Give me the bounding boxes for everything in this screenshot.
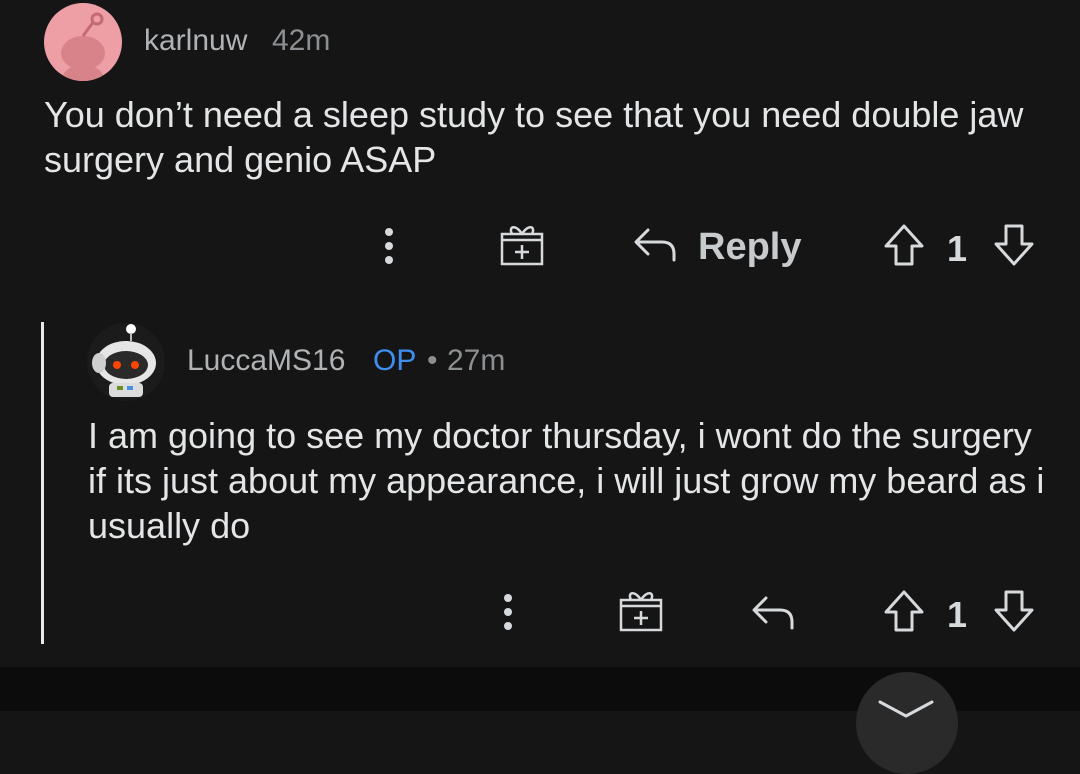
snoo-astronaut-avatar-icon xyxy=(92,324,156,397)
upvote-icon[interactable] xyxy=(882,222,926,268)
reply-button[interactable]: Reply xyxy=(698,226,801,269)
more-icon[interactable] xyxy=(493,590,523,634)
snoo-avatar-icon xyxy=(61,12,105,81)
separator-dot: • xyxy=(427,344,438,377)
reply-icon[interactable] xyxy=(632,224,678,264)
comment-username[interactable]: LuccaMS16 xyxy=(187,344,345,378)
collapse-button[interactable] xyxy=(856,672,958,774)
user-avatar-luccams16[interactable] xyxy=(87,323,165,401)
comment-timestamp: 42m xyxy=(272,24,331,57)
award-icon[interactable] xyxy=(498,222,546,268)
vote-count: 1 xyxy=(947,228,968,269)
upvote-icon[interactable] xyxy=(882,588,926,634)
more-icon[interactable] xyxy=(374,224,404,268)
comment-timestamp: 27m xyxy=(447,344,506,377)
award-icon[interactable] xyxy=(617,588,665,634)
downvote-icon[interactable] xyxy=(992,588,1036,634)
chevron-down-icon xyxy=(878,700,934,718)
comment-body: You don’t need a sleep study to see that… xyxy=(44,94,1024,180)
comment-body: I am going to see my doctor thursday, i … xyxy=(88,415,1045,546)
reply-icon[interactable] xyxy=(750,592,796,632)
downvote-icon[interactable] xyxy=(992,222,1036,268)
vote-count: 1 xyxy=(947,594,968,635)
comment-username[interactable]: karlnuw xyxy=(144,24,247,58)
op-badge: OP xyxy=(373,344,417,377)
thread-line[interactable] xyxy=(41,322,44,644)
user-avatar-karlnuw[interactable] xyxy=(44,3,122,81)
